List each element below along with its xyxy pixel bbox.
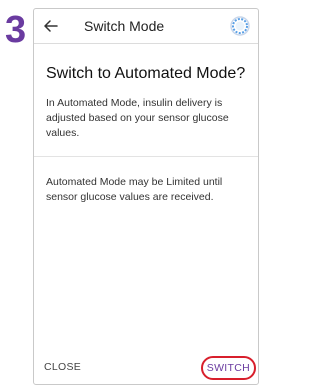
dialog-title: Switch to Automated Mode? bbox=[46, 65, 246, 82]
page-title: Switch Mode bbox=[84, 18, 165, 34]
dialog-body-text: In Automated Mode, insulin delivery is a… bbox=[46, 97, 229, 139]
step-number: 3 bbox=[5, 9, 27, 51]
divider bbox=[34, 156, 258, 157]
device-screen: Switch Mode Switch to Automated Mode? In… bbox=[33, 8, 259, 385]
close-button[interactable]: CLOSE bbox=[44, 361, 81, 373]
progress-ring-icon bbox=[229, 15, 251, 37]
back-arrow-icon[interactable] bbox=[42, 17, 60, 35]
dialog-note-text: Automated Mode may be Limited until sens… bbox=[46, 176, 223, 203]
switch-button[interactable]: SWITCH bbox=[200, 356, 256, 380]
dialog-footer: CLOSE SWITCH bbox=[34, 350, 258, 384]
header-bar: Switch Mode bbox=[34, 9, 258, 44]
